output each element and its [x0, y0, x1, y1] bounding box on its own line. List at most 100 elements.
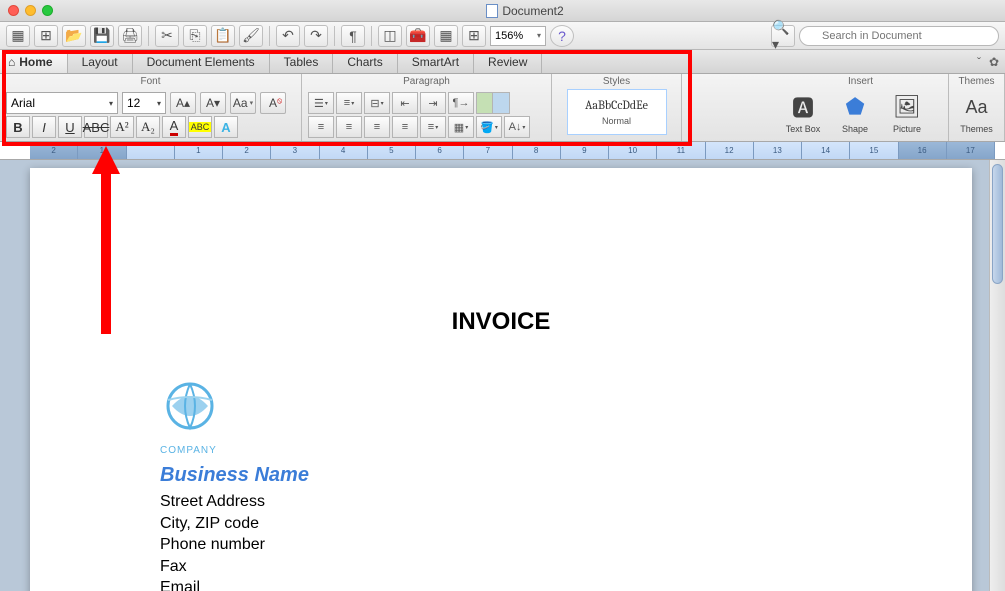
close-icon[interactable]: [8, 5, 19, 16]
insert-group-label: Insert: [779, 76, 942, 90]
style-preview-text: AaBbCcDdEe: [585, 98, 648, 112]
underline-button[interactable]: U: [58, 116, 82, 138]
redo-button[interactable]: ↷: [304, 25, 328, 47]
help-button[interactable]: ?: [550, 25, 574, 47]
align-center-button[interactable]: ≡: [336, 116, 362, 138]
ribbon-tabs: ⌂Home Layout Document Elements Tables Ch…: [0, 50, 1005, 74]
line-spacing-button[interactable]: ≡: [420, 116, 446, 138]
sidebar-button[interactable]: ◫: [378, 25, 402, 47]
styles-group: Styles AaBbCcDdEe Normal ▶: [552, 74, 682, 141]
tab-charts[interactable]: Charts: [333, 50, 397, 73]
minimize-icon[interactable]: [25, 5, 36, 16]
print-button[interactable]: 🖨: [118, 25, 142, 47]
tab-document-elements[interactable]: Document Elements: [133, 50, 270, 73]
insert-group: Insert 🅰 Text Box ⬟ Shape 🖼 Picture: [773, 74, 949, 141]
shrink-font-button[interactable]: A▾: [200, 92, 226, 114]
clear-formatting-button[interactable]: A⦸: [260, 92, 286, 114]
document-icon: [486, 4, 498, 18]
open-button[interactable]: 📂: [62, 25, 86, 47]
toolbox-button[interactable]: 🧰: [406, 25, 430, 47]
font-color-button[interactable]: A: [162, 116, 186, 138]
copy-button[interactable]: ⎘: [183, 25, 207, 47]
vertical-scrollbar[interactable]: [989, 160, 1005, 591]
maximize-icon[interactable]: [42, 5, 53, 16]
columns-button[interactable]: [476, 92, 510, 114]
search-input[interactable]: [799, 26, 999, 46]
phone-number: Phone number: [160, 534, 842, 556]
tab-layout[interactable]: Layout: [68, 50, 133, 73]
window-controls: [8, 5, 53, 16]
ltr-button[interactable]: ¶→: [448, 92, 474, 114]
standard-toolbar: ▦ ⊞ 📂 💾 🖨 ✂ ⎘ 📋 🖌 ↶ ↷ ¶ ◫ 🧰 ▦ ⊞ 156% ? 🔍…: [0, 22, 1005, 50]
align-left-button[interactable]: ≡: [308, 116, 334, 138]
font-size-select[interactable]: 12: [122, 92, 166, 114]
highlight-button[interactable]: ABC: [188, 116, 212, 138]
picture-button[interactable]: 🖼 Picture: [883, 92, 931, 134]
business-name: Business Name: [160, 464, 842, 487]
paragraph-group: Paragraph ☰ ≡ ⊟ ⇤ ⇥ ¶→ ≡ ≡ ≡ ≡ ≡ ▦ 🪣 A↓: [302, 74, 552, 141]
undo-button[interactable]: ↶: [276, 25, 300, 47]
themes-group: Themes Aa Themes: [949, 74, 1005, 141]
themes-group-label: Themes: [955, 76, 998, 90]
company-logo-icon: [160, 376, 220, 436]
picture-icon: 🖼: [892, 92, 922, 122]
page[interactable]: INVOICE COMPANY Business Name Street Add…: [30, 168, 972, 591]
shape-button[interactable]: ⬟ Shape: [831, 92, 879, 134]
horizontal-ruler[interactable]: 211234567891011121314151617: [0, 142, 1005, 160]
shading-button[interactable]: 🪣: [476, 116, 502, 138]
save-button[interactable]: 💾: [90, 25, 114, 47]
sort-button[interactable]: A↓: [504, 116, 530, 138]
textbox-button[interactable]: 🅰 Text Box: [779, 92, 827, 134]
search-scope-button[interactable]: 🔍▾: [771, 25, 795, 47]
borders-button[interactable]: ▦: [448, 116, 474, 138]
tab-home[interactable]: ⌂Home: [0, 50, 68, 73]
window-title: Document2: [502, 4, 563, 18]
city-zip: City, ZIP code: [160, 513, 842, 535]
ribbon-options-icon[interactable]: ✿: [989, 55, 999, 69]
new-button[interactable]: ▦: [6, 25, 30, 47]
bold-button[interactable]: B: [6, 116, 30, 138]
italic-button[interactable]: I: [32, 116, 56, 138]
format-painter-button[interactable]: 🖌: [239, 25, 263, 47]
increase-indent-button[interactable]: ⇥: [420, 92, 446, 114]
templates-button[interactable]: ⊞: [34, 25, 58, 47]
subscript-button[interactable]: A₂: [136, 116, 160, 138]
document-area: INVOICE COMPANY Business Name Street Add…: [0, 160, 1005, 591]
themes-icon: Aa: [962, 92, 992, 122]
home-icon: ⌂: [8, 55, 15, 69]
numbering-button[interactable]: ≡: [336, 92, 362, 114]
tab-review[interactable]: Review: [474, 50, 542, 73]
logo-text: COMPANY: [160, 445, 842, 456]
grow-font-button[interactable]: A▴: [170, 92, 196, 114]
style-name-label: Normal: [602, 116, 631, 126]
collapse-ribbon-icon[interactable]: ˇ: [977, 55, 981, 69]
zoom-select[interactable]: 156%: [490, 26, 546, 46]
decrease-indent-button[interactable]: ⇤: [392, 92, 418, 114]
cut-button[interactable]: ✂: [155, 25, 179, 47]
show-marks-button[interactable]: ¶: [341, 25, 365, 47]
email: Email: [160, 577, 842, 591]
change-case-button[interactable]: Aa: [230, 92, 256, 114]
paste-button[interactable]: 📋: [211, 25, 235, 47]
gallery-button[interactable]: ⊞: [462, 25, 486, 47]
align-right-button[interactable]: ≡: [364, 116, 390, 138]
scrollbar-thumb[interactable]: [992, 164, 1003, 284]
shape-icon: ⬟: [840, 92, 870, 122]
style-normal[interactable]: AaBbCcDdEe Normal: [567, 89, 667, 135]
styles-group-label: Styles: [558, 76, 675, 87]
street-address: Street Address: [160, 491, 842, 513]
tab-tables[interactable]: Tables: [270, 50, 334, 73]
superscript-button[interactable]: A²: [110, 116, 134, 138]
bullets-button[interactable]: ☰: [308, 92, 334, 114]
font-name-select[interactable]: Arial: [6, 92, 118, 114]
textbox-icon: 🅰: [788, 92, 818, 122]
tab-smartart[interactable]: SmartArt: [398, 50, 474, 73]
justify-button[interactable]: ≡: [392, 116, 418, 138]
media-button[interactable]: ▦: [434, 25, 458, 47]
font-group-label: Font: [6, 76, 295, 90]
window-titlebar: Document2: [0, 0, 1005, 22]
strikethrough-button[interactable]: ABC: [84, 116, 108, 138]
themes-button[interactable]: Aa Themes: [955, 92, 998, 134]
text-effects-button[interactable]: A: [214, 116, 238, 138]
multilevel-button[interactable]: ⊟: [364, 92, 390, 114]
